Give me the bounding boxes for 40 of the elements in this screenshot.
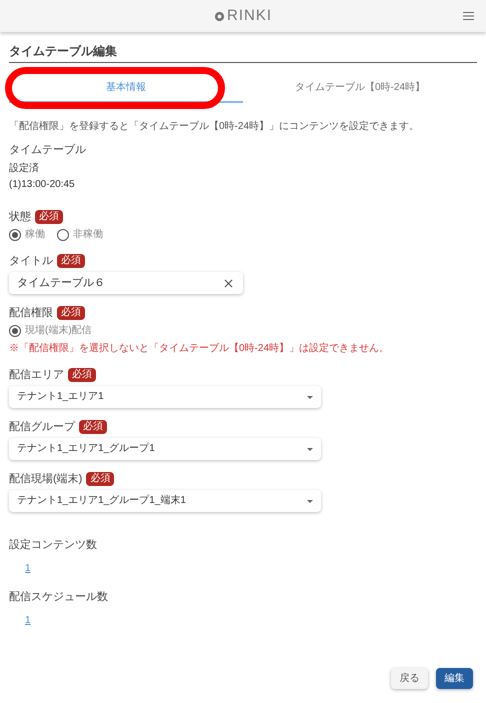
dropdown-caret-icon xyxy=(307,500,313,502)
menu-icon[interactable] xyxy=(463,12,474,20)
tab[interactable]: 基本情報 xyxy=(9,73,243,103)
required-badge: 必須 xyxy=(79,420,107,434)
radio-option[interactable]: 現場(端末)配信 xyxy=(9,324,92,338)
radio-option[interactable]: 稼働 xyxy=(9,228,45,242)
field-label: 配信エリア xyxy=(9,368,64,382)
logo-icon xyxy=(214,10,225,22)
dropdown-caret-icon xyxy=(307,396,313,398)
select-field[interactable]: テナント1_エリア1 xyxy=(9,386,321,408)
radio-option[interactable]: 非稼働 xyxy=(57,228,103,242)
back-button[interactable]: 戻る xyxy=(391,668,428,689)
count-label: 配信スケジュール数 xyxy=(9,590,109,604)
logo-text: RINKI xyxy=(226,6,272,26)
select-field[interactable]: テナント1_エリア1_グループ1 xyxy=(9,438,321,460)
count-label: 設定コンテンツ数 xyxy=(9,538,98,552)
required-badge: 必須 xyxy=(68,368,96,382)
clear-icon[interactable] xyxy=(222,276,235,290)
field-label: 配信現場(端末) xyxy=(9,472,82,486)
time-slot: (1)13:00-20:45 xyxy=(9,178,477,192)
status-text: 設定済 xyxy=(9,162,40,176)
edit-button[interactable]: 編集 xyxy=(436,668,473,689)
title-field[interactable]: タイムテーブル６ xyxy=(9,272,243,294)
field-label: 配信権限 xyxy=(9,306,53,320)
select-field[interactable]: テナント1_エリア1_グループ1_端末1 xyxy=(9,490,321,512)
dropdown-caret-icon xyxy=(307,448,313,450)
warning-text: ※「配信権限」を選択しないと「タイムテーブル【0時-24時】」は設定できません。 xyxy=(9,342,390,356)
field-label: 状態 xyxy=(9,210,31,224)
page-title: タイムテーブル編集 xyxy=(9,43,118,60)
required-badge: 必須 xyxy=(57,306,85,320)
field-label: タイトル xyxy=(9,254,53,268)
required-badge: 必須 xyxy=(57,254,85,268)
count-link[interactable]: 1 xyxy=(25,562,31,576)
info-note: 「配信権限」を登録すると「タイムテーブル【0時-24時】」にコンテンツを設定できます。 xyxy=(9,121,420,133)
section-label: タイムテーブル xyxy=(9,143,87,157)
count-link[interactable]: 1 xyxy=(25,614,31,628)
required-badge: 必須 xyxy=(35,210,63,224)
required-badge: 必須 xyxy=(86,472,114,486)
tab[interactable]: タイムテーブル【0時-24時】 xyxy=(243,73,477,103)
field-label: 配信グループ xyxy=(9,420,75,434)
